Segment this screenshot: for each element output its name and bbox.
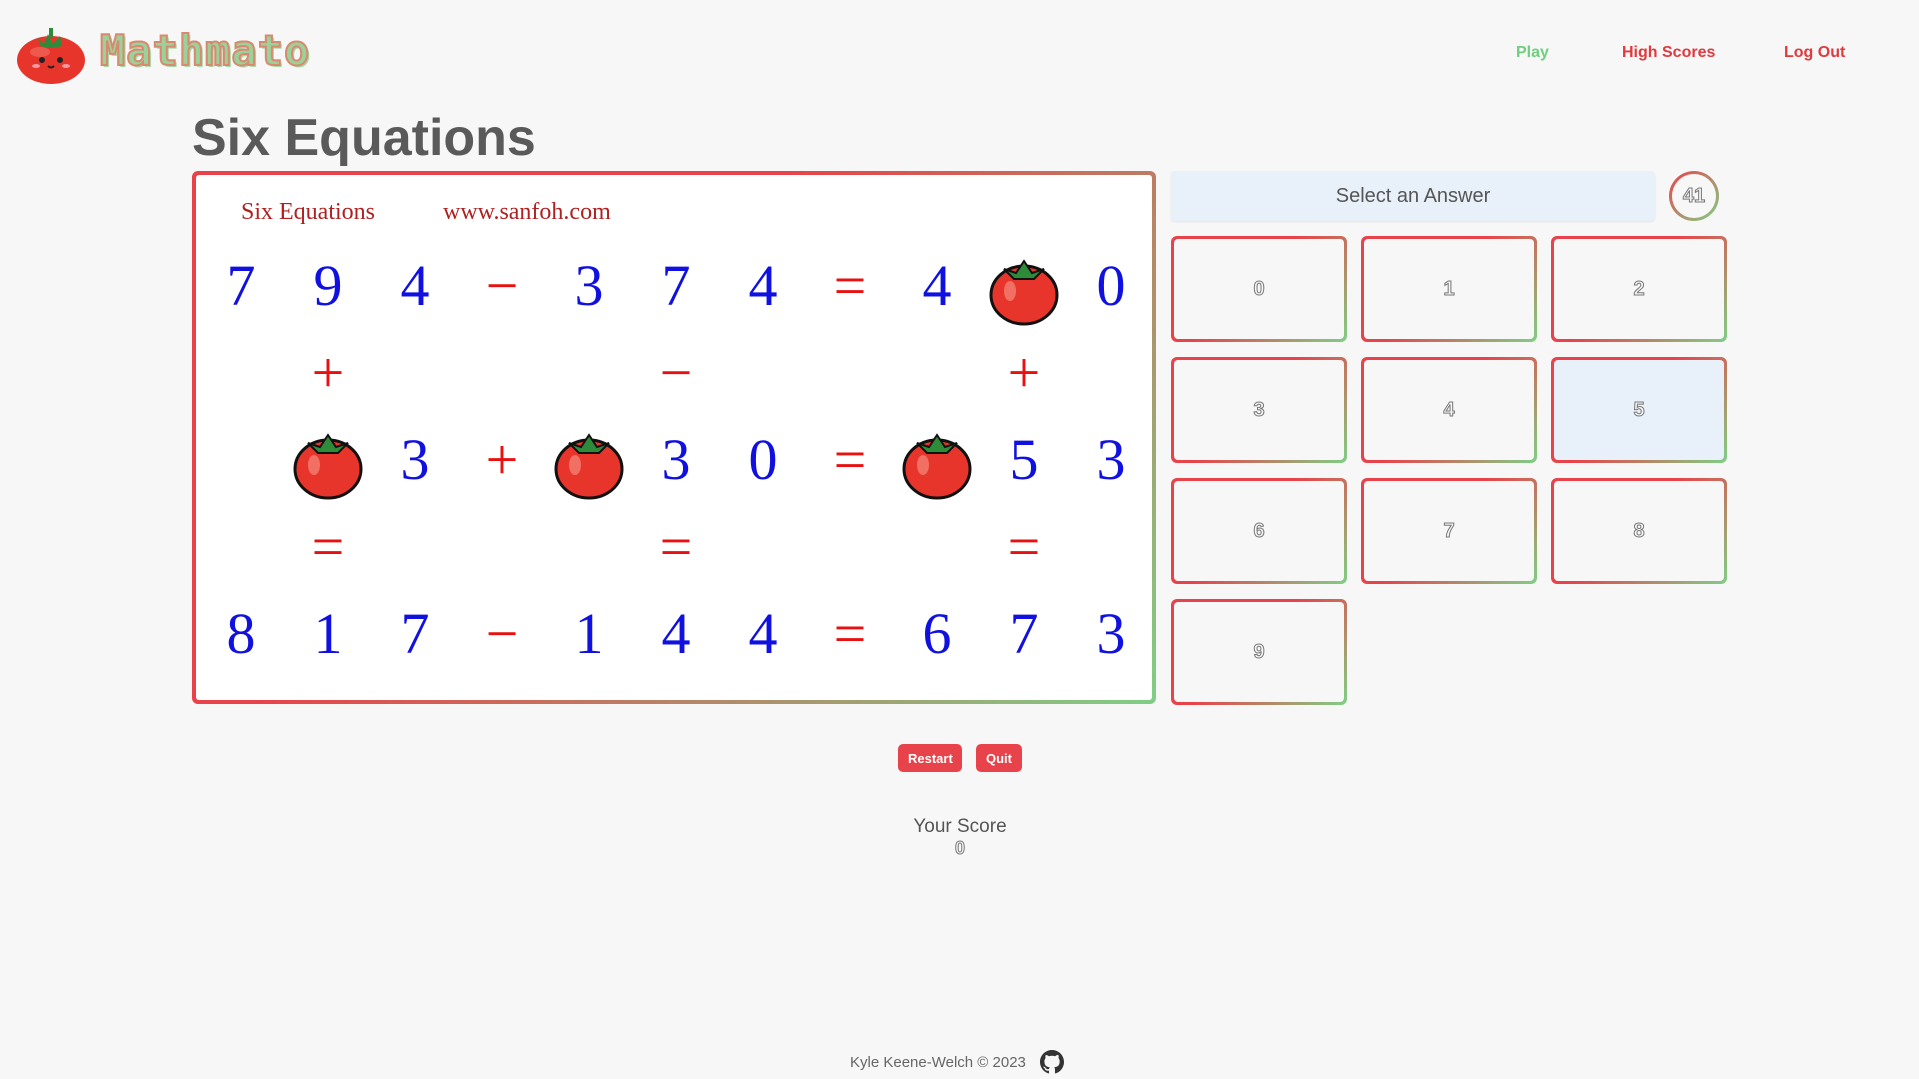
answer-option-label: 2 [1554, 239, 1724, 339]
answer-option-8[interactable]: 8 [1551, 478, 1727, 584]
answer-option-label: 5 [1554, 360, 1724, 460]
timer-value: 41 [1672, 174, 1716, 218]
puzzle-operator-r3-c5: = [660, 514, 693, 579]
answer-option-6[interactable]: 6 [1171, 478, 1347, 584]
puzzle-digit-r2-c2: 3 [401, 427, 430, 492]
tomato-cell-r2-c1 [293, 433, 363, 500]
puzzle-operator-r1-c1: + [312, 340, 345, 405]
puzzle-digit-r0-c4: 3 [575, 253, 604, 318]
page-title: Six Equations [192, 109, 536, 167]
puzzle-digit-r2-c5: 3 [662, 427, 691, 492]
puzzle-digit-r0-c6: 4 [749, 253, 778, 318]
puzzle-digit-r0-c1: 9 [314, 253, 343, 318]
footer: Kyle Keene-Welch © 2023 [850, 1050, 1064, 1074]
puzzle-panel: Six Equations www.sanfoh.com 7 9 4−3 7 4 = 4 0 +… [192, 171, 1156, 704]
answer-prompt: Select an Answer [1171, 171, 1655, 221]
nav-high-scores-link[interactable]: High Scores [1622, 44, 1715, 62]
answer-option-label: 4 [1364, 360, 1534, 460]
countdown-timer: 41 [1669, 171, 1719, 221]
puzzle-digit-r2-c6: 0 [749, 427, 778, 492]
answer-option-7[interactable]: 7 [1361, 478, 1537, 584]
answer-option-label: 0 [1174, 239, 1344, 339]
puzzle-operator-r0-c3: − [486, 253, 519, 318]
nav-log-out-link[interactable]: Log Out [1784, 44, 1845, 62]
answer-option-3[interactable]: 3 [1171, 357, 1347, 463]
score-label: Your Score [913, 816, 1007, 837]
puzzle-digit-r4-c0: 8 [227, 601, 256, 666]
answer-option-label: 7 [1364, 481, 1534, 581]
puzzle-operator-r0-c7: = [834, 253, 867, 318]
puzzle-digit-r4-c2: 7 [401, 601, 430, 666]
footer-credit: Kyle Keene-Welch © 2023 [850, 1053, 1026, 1071]
puzzle-operator-r4-c3: − [486, 601, 519, 666]
puzzle-header-source: www.sanfoh.com [443, 199, 611, 225]
puzzle-digit-r4-c10: 3 [1097, 601, 1126, 666]
puzzle-digit-r4-c8: 6 [923, 601, 952, 666]
answer-option-label: 1 [1364, 239, 1534, 339]
puzzle-canvas: Six Equations www.sanfoh.com 7 9 4−3 7 4 = 4 0 +… [196, 175, 1152, 700]
answer-option-1[interactable]: 1 [1361, 236, 1537, 342]
nav-play-link[interactable]: Play [1516, 44, 1549, 62]
tomato-cell-r2-c4 [554, 433, 624, 500]
answer-option-label: 9 [1174, 602, 1344, 702]
puzzle-digit-r4-c9: 7 [1010, 601, 1039, 666]
puzzle-operator-r1-c9: + [1008, 340, 1041, 405]
puzzle-digit-r4-c5: 4 [662, 601, 691, 666]
app-name: Mathmato [99, 25, 311, 76]
puzzle-digit-r0-c8: 4 [923, 253, 952, 318]
answer-option-label: 3 [1174, 360, 1344, 460]
tomato-cell-r0-c9 [989, 259, 1059, 326]
puzzle-operator-r3-c1: = [312, 514, 345, 579]
tomato-cell-r2-c8 [902, 433, 972, 500]
puzzle-grid: Six Equations www.sanfoh.com 7 9 4−3 7 4 = 4 0+… [227, 199, 1126, 666]
puzzle-digit-r2-c9: 5 [1010, 427, 1039, 492]
score-value: 0 [954, 838, 965, 859]
puzzle-operator-r2-c3: + [486, 427, 519, 492]
answer-option-4[interactable]: 4 [1361, 357, 1537, 463]
puzzle-operator-r1-c5: − [660, 340, 693, 405]
puzzle-operator-r3-c9: = [1008, 514, 1041, 579]
answer-option-5[interactable]: 5 [1551, 357, 1727, 463]
restart-button[interactable]: Restart [898, 744, 962, 772]
puzzle-operator-r4-c7: = [834, 601, 867, 666]
puzzle-header-title: Six Equations [241, 199, 375, 225]
puzzle-digit-r4-c1: 1 [314, 601, 343, 666]
tomato-logo-icon [17, 28, 85, 84]
answer-option-2[interactable]: 2 [1551, 236, 1727, 342]
puzzle-digit-r0-c5: 7 [662, 253, 691, 318]
github-icon[interactable] [1039, 1050, 1064, 1074]
puzzle-digit-r2-c10: 3 [1097, 427, 1126, 492]
quit-button[interactable]: Quit [976, 744, 1022, 772]
puzzle-digit-r0-c10: 0 [1097, 253, 1126, 318]
puzzle-operator-r2-c7: = [834, 427, 867, 492]
answer-option-0[interactable]: 0 [1171, 236, 1347, 342]
puzzle-digit-r4-c6: 4 [749, 601, 778, 666]
answer-option-label: 6 [1174, 481, 1344, 581]
puzzle-digit-r4-c4: 1 [575, 601, 604, 666]
puzzle-digit-r0-c2: 4 [401, 253, 430, 318]
app-logo[interactable]: Mathmato [10, 14, 310, 86]
puzzle-digit-r0-c0: 7 [227, 253, 256, 318]
answer-option-label: 8 [1554, 481, 1724, 581]
answer-option-9[interactable]: 9 [1171, 599, 1347, 705]
